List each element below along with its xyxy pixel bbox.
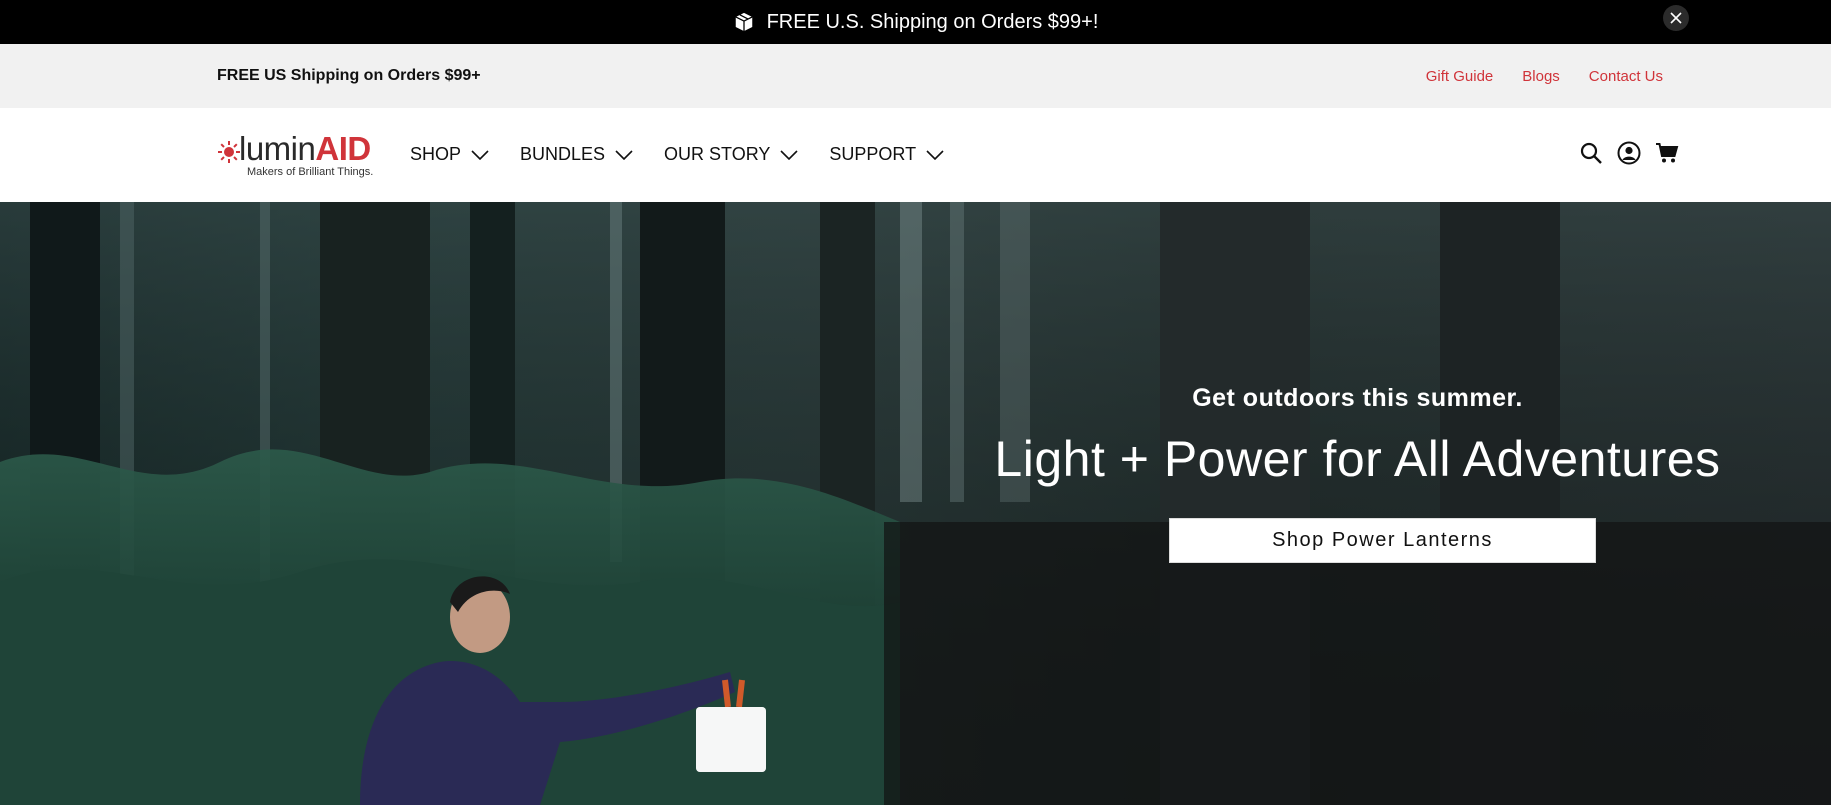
main-nav: SHOP BUNDLES OUR STORY SUPPORT <box>410 144 944 165</box>
nav-support-label: SUPPORT <box>829 144 917 164</box>
gift-guide-link[interactable]: Gift Guide <box>1426 68 1494 85</box>
chevron-down-icon <box>926 149 944 160</box>
announcement-text: FREE U.S. Shipping on Orders $99+! <box>766 10 1099 33</box>
announcement-bar: FREE U.S. Shipping on Orders $99+! <box>0 0 1831 44</box>
nav-shop-label: SHOP <box>410 144 462 164</box>
nav-our-story-label: OUR STORY <box>664 144 771 164</box>
nav-shop[interactable]: SHOP <box>410 144 489 165</box>
nav-support[interactable]: SUPPORT <box>829 144 944 165</box>
utility-shipping-text: FREE US Shipping on Orders $99+ <box>217 67 481 84</box>
logo-wordmark: luminAID <box>239 130 371 167</box>
hero-title: Light + Power for All Adventures <box>994 431 1721 487</box>
nav-bundles-label: BUNDLES <box>520 144 606 164</box>
site-header: luminAID Makers of Brilliant Things. SHO… <box>0 108 1831 202</box>
shop-power-lanterns-button[interactable]: Shop Power Lanterns <box>1169 518 1596 563</box>
announcement-close-button[interactable] <box>1663 5 1689 31</box>
utility-links: Gift Guide Blogs Contact Us <box>1426 68 1663 85</box>
hero-overlay-panel <box>884 522 1831 805</box>
chevron-down-icon <box>471 149 489 160</box>
account-icon[interactable] <box>1617 141 1641 165</box>
blogs-link[interactable]: Blogs <box>1522 68 1560 85</box>
chevron-down-icon <box>780 149 798 160</box>
utility-bar: FREE US Shipping on Orders $99+ Gift Gui… <box>0 44 1831 108</box>
hero-kicker: Get outdoors this summer. <box>1192 384 1523 412</box>
header-icons <box>1579 141 1679 165</box>
cart-icon[interactable] <box>1655 141 1679 165</box>
nav-our-story[interactable]: OUR STORY <box>664 144 798 165</box>
package-icon <box>735 12 753 32</box>
hero-banner <box>0 202 1831 805</box>
close-icon <box>1670 12 1682 24</box>
search-icon[interactable] <box>1579 141 1603 165</box>
logo-tagline: Makers of Brilliant Things. <box>247 166 374 178</box>
logo[interactable]: luminAID Makers of Brilliant Things. <box>217 130 382 180</box>
chevron-down-icon <box>615 149 633 160</box>
contact-us-link[interactable]: Contact Us <box>1589 68 1663 85</box>
nav-bundles[interactable]: BUNDLES <box>520 144 633 165</box>
sun-logo-icon <box>218 141 240 163</box>
